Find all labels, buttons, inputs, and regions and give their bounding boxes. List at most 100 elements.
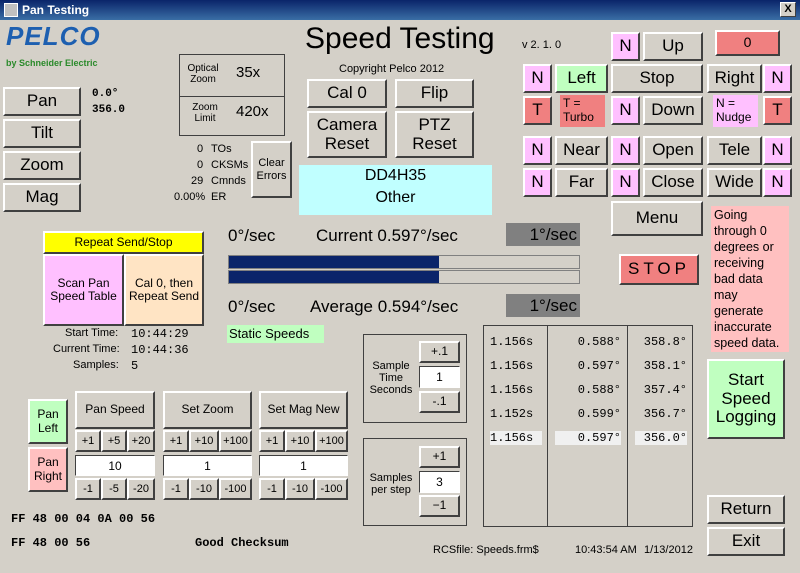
set-zoom-title[interactable]: Set Zoom: [163, 391, 252, 429]
set-zoom-minus1[interactable]: -1: [163, 478, 189, 500]
table-cell: 1.156s: [490, 359, 534, 373]
set-mag-plus1[interactable]: +1: [259, 430, 285, 452]
start-speed-logging-button[interactable]: Start Speed Logging: [707, 359, 785, 439]
counter-button[interactable]: 0: [715, 30, 780, 56]
set-mag-minus100[interactable]: -100: [315, 478, 348, 500]
page-title: Speed Testing: [305, 22, 495, 55]
sample-time-minus-button[interactable]: -.1: [419, 391, 460, 413]
repeat-send-stop-button[interactable]: Repeat Send/Stop: [43, 231, 204, 254]
set-zoom-input[interactable]: 1: [163, 455, 252, 476]
average-speed-bar: [228, 270, 580, 284]
exit-button[interactable]: Exit: [707, 527, 785, 556]
stop-ptz-button[interactable]: Stop: [611, 64, 703, 93]
wide-nudge-button[interactable]: N: [763, 168, 792, 197]
set-zoom-plus1[interactable]: +1: [163, 430, 189, 452]
ptz-reset-button[interactable]: PTZ Reset: [395, 111, 474, 158]
flip-button[interactable]: Flip: [395, 79, 474, 108]
pan-speed-minus5[interactable]: -5: [101, 478, 127, 500]
sample-time-label: Sample Time Seconds: [369, 360, 413, 396]
set-mag-minus10[interactable]: -10: [285, 478, 315, 500]
right-turbo-button[interactable]: T: [763, 96, 792, 125]
right-button[interactable]: Right: [707, 64, 762, 93]
table-cell: 0.588°: [577, 335, 621, 349]
turbo-legend: T = Turbo: [560, 95, 605, 127]
samples-step-input[interactable]: 3: [419, 471, 460, 493]
far-button[interactable]: Far: [555, 168, 608, 197]
pan-speed-minus1[interactable]: -1: [75, 478, 101, 500]
sample-time-input[interactable]: 1: [419, 366, 460, 388]
clear-errors-button[interactable]: Clear Errors: [251, 141, 292, 198]
set-zoom-minus100[interactable]: -100: [219, 478, 252, 500]
set-mag-input[interactable]: 1: [259, 455, 348, 476]
tilt-button[interactable]: Tilt: [3, 119, 81, 148]
down-nudge-button[interactable]: N: [611, 96, 640, 125]
pan-speed-title[interactable]: Pan Speed: [75, 391, 155, 429]
pan-right-button[interactable]: Pan Right: [28, 447, 68, 492]
menu-button[interactable]: Menu: [611, 201, 703, 236]
nudge-legend: N = Nudge: [713, 95, 758, 127]
near-button[interactable]: Near: [555, 136, 608, 165]
set-mag-plus10[interactable]: +10: [285, 430, 315, 452]
current-time-label: Current Time:: [53, 343, 120, 355]
table-cell: 1.156s: [490, 383, 534, 397]
stop-button[interactable]: STOP: [619, 254, 699, 285]
cmnds-label: Cmnds: [211, 175, 246, 187]
left-turbo-button[interactable]: T: [523, 96, 552, 125]
pan-speed-input[interactable]: 10: [75, 455, 155, 476]
scan-pan-speed-table-button[interactable]: Scan Pan Speed Table: [43, 254, 124, 326]
return-button[interactable]: Return: [707, 495, 785, 524]
close-button[interactable]: X: [780, 2, 796, 17]
samples-step-minus-button[interactable]: −1: [419, 495, 460, 517]
open-button[interactable]: Open: [643, 136, 703, 165]
close-nudge-button[interactable]: N: [611, 168, 640, 197]
left-nudge-button[interactable]: N: [523, 64, 552, 93]
cal0-repeat-send-button[interactable]: Cal 0, then Repeat Send: [124, 254, 204, 326]
right-nudge-button[interactable]: N: [763, 64, 792, 93]
pan-left-button[interactable]: Pan Left: [28, 399, 68, 444]
up-button[interactable]: Up: [643, 32, 703, 61]
down-button[interactable]: Down: [643, 96, 703, 125]
current-min-speed: 0°/sec: [228, 226, 276, 245]
camera-reset-button[interactable]: Camera Reset: [307, 111, 387, 158]
left-button[interactable]: Left: [555, 64, 608, 93]
samples-step-plus-button[interactable]: +1: [419, 446, 460, 468]
pan-speed-plus20[interactable]: +20: [127, 430, 155, 452]
optical-zoom-value: 35x: [236, 64, 261, 81]
footer-date: 1/13/2012: [644, 544, 693, 556]
pan-speed-plus1[interactable]: +1: [75, 430, 101, 452]
pan-speed-plus5[interactable]: +5: [101, 430, 127, 452]
table-cell: 1.156s: [490, 335, 534, 349]
far-nudge-button[interactable]: N: [523, 168, 552, 197]
table-cell: 358.1°: [643, 359, 687, 373]
open-nudge-button[interactable]: N: [611, 136, 640, 165]
current-max-speed: 1°/sec: [506, 223, 580, 246]
wide-button[interactable]: Wide: [707, 168, 762, 197]
set-mag-plus100[interactable]: +100: [315, 430, 348, 452]
set-mag-title[interactable]: Set Mag New: [259, 391, 348, 429]
position-value-2: 356.0: [92, 104, 126, 116]
current-time-value: 10:44:36: [131, 343, 189, 357]
table-cell: 0.588°: [577, 383, 621, 397]
sample-time-plus-button[interactable]: +.1: [419, 341, 460, 363]
table-cell: 0.599°: [577, 407, 621, 421]
set-mag-minus1[interactable]: -1: [259, 478, 285, 500]
tele-button[interactable]: Tele: [707, 136, 762, 165]
table-cell: 0.597°: [577, 359, 621, 373]
up-nudge-button[interactable]: N: [611, 32, 640, 61]
set-zoom-plus100[interactable]: +100: [219, 430, 252, 452]
mag-button[interactable]: Mag: [3, 183, 81, 212]
zoom-button[interactable]: Zoom: [3, 151, 81, 180]
zoom-limit-label: Zoom Limit: [192, 102, 218, 124]
near-nudge-button[interactable]: N: [523, 136, 552, 165]
pan-speed-minus20[interactable]: -20: [127, 478, 155, 500]
tele-nudge-button[interactable]: N: [763, 136, 792, 165]
current-speed-bar: [228, 255, 580, 269]
close-iris-button[interactable]: Close: [643, 168, 703, 197]
samples-step-label: Samples per step: [369, 472, 413, 496]
cal0-button[interactable]: Cal 0: [307, 79, 387, 108]
pan-button[interactable]: Pan: [3, 87, 81, 116]
set-zoom-minus10[interactable]: -10: [189, 478, 219, 500]
pelco-logo: PELCO by Schneider Electric: [6, 21, 101, 68]
set-zoom-plus10[interactable]: +10: [189, 430, 219, 452]
copyright-label: Copyright Pelco 2012: [339, 63, 445, 75]
